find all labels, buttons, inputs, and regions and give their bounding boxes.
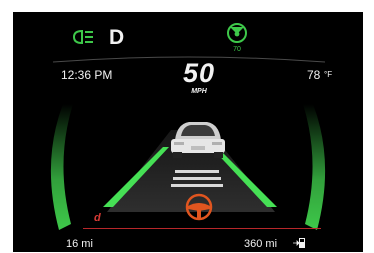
adaptive-cruise-icon: [227, 23, 247, 43]
outside-temperature: 78: [307, 68, 321, 82]
distance-bar: [173, 177, 221, 180]
left-arc-glow: [50, 104, 73, 230]
fuel-range: 360 mi: [244, 238, 278, 250]
distance-bar: [171, 184, 223, 187]
fuel-pump-icon: [293, 238, 305, 248]
lane-graphic: [50, 56, 326, 230]
speed-unit: MPH: [191, 88, 207, 95]
cruise-set-speed: 70: [233, 46, 241, 53]
temperature-unit: °F: [324, 70, 333, 79]
gear-indicator: D: [109, 26, 125, 49]
trip-distance: 16 mi: [66, 238, 93, 250]
clock: 12:36 PM: [61, 68, 113, 82]
drive-mode-indicator: d: [94, 212, 101, 224]
distance-bar: [175, 170, 219, 173]
speed-readout: 50: [182, 58, 216, 88]
instrument-cluster: D 70 12:36 PM 78 °F 50 MPH d 16 mi 360 m…: [13, 12, 363, 252]
right-arc-glow: [303, 104, 326, 230]
divider-line: [83, 228, 321, 229]
headlight-icon: [72, 29, 93, 45]
lead-car-icon: [171, 122, 225, 158]
